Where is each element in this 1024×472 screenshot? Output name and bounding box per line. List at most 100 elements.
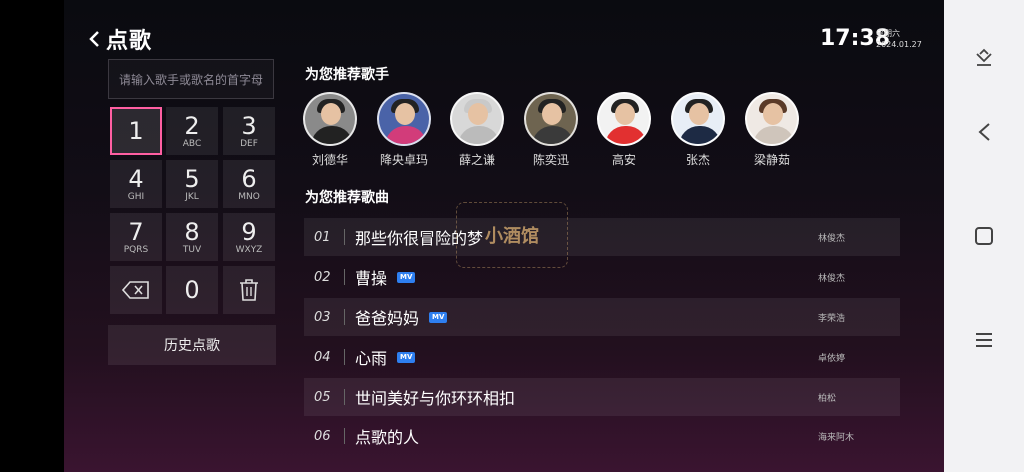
back-button[interactable]: 点歌 [88,26,198,54]
chevron-left-icon [89,31,99,47]
clear-key[interactable] [223,266,275,314]
key-7[interactable]: 7 PQRS [110,213,162,261]
key-1[interactable]: 1 [110,107,162,155]
song-artist: 林俊杰 [818,273,846,284]
mv-badge: MV [397,351,416,363]
song-title: 曹操 [355,269,388,288]
key-digit: 3 [241,111,257,140]
singer-avatar [450,92,504,146]
key-letters: WXYZ [235,244,263,255]
singer-name: 刘德华 [311,153,348,167]
song-title: 爸爸妈妈 [355,309,420,328]
backspace-key[interactable] [110,266,162,314]
key-3[interactable]: 3 DEF [223,107,275,155]
key-digit: 9 [241,217,257,246]
singer-name: 张杰 [685,153,710,167]
singer-name: 高安 [611,153,636,167]
divider [344,428,345,444]
nav-home-button[interactable] [944,216,1024,256]
search-input[interactable]: 请输入歌手或歌名的首字母 [108,59,274,99]
key-digit: 2 [184,111,200,140]
key-4[interactable]: 4 GHI [110,160,162,208]
key-letters: TUV [182,244,202,255]
key-digit: 7 [128,217,144,246]
song-title: 点歌的人 [355,428,420,447]
song-index: 03 [314,309,331,325]
singer-name: 薛之谦 [458,153,495,167]
song-index: 05 [314,389,331,405]
singer-name: 梁静茹 [753,153,790,167]
song-artist: 卓依婷 [818,353,846,364]
divider [344,269,345,285]
song-row[interactable]: 06 点歌的人 海来阿木 [304,417,900,455]
mv-badge: MV [429,311,448,323]
page-title: 点歌 [106,29,153,54]
menu-icon [976,333,992,347]
singer-avatar [303,92,357,146]
home-square-icon [975,227,993,245]
assist-button[interactable] [944,36,1024,76]
divider [344,349,345,365]
key-5[interactable]: 5 JKL [166,160,218,208]
singers-section-title: 为您推荐歌手 [305,67,389,83]
key-letters: JKL [185,191,199,202]
key-letters: DEF [240,138,258,149]
gesture-icon [976,48,992,66]
key-letters: MNO [238,191,260,202]
song-row[interactable]: 04 心雨 MV 卓依婷 [304,338,900,376]
key-digit: 8 [184,217,200,246]
search-placeholder: 请输入歌手或歌名的首字母 [119,72,264,87]
song-artist: 李荣浩 [818,313,846,324]
song-row[interactable]: 05 世间美好与你环环相扣 柏松 [304,378,900,416]
key-9[interactable]: 9 WXYZ [223,213,275,261]
key-6[interactable]: 6 MNO [223,160,275,208]
date: 2024.01.27 [876,40,922,49]
key-letters: GHI [127,191,145,202]
history-button[interactable]: 历史点歌 [108,325,276,365]
singer-name: 陈奕迅 [532,153,569,167]
system-nav-bar [944,0,1024,472]
song-row[interactable]: 03 爸爸妈妈 MV 李荣浩 [304,298,900,336]
singer-item[interactable]: 陈奕迅 [521,92,581,168]
back-triangle-icon [978,123,990,141]
song-artist: 海来阿木 [818,432,855,443]
trash-icon [240,279,258,301]
singer-name: 降央卓玛 [379,153,428,167]
singer-item[interactable]: 降央卓玛 [374,92,434,168]
nav-menu-button[interactable] [944,320,1024,360]
weekday: 星期六 [876,29,900,38]
singer-item[interactable]: 高安 [594,92,654,168]
singer-avatar [671,92,725,146]
singer-avatar [745,92,799,146]
song-row[interactable]: 02 曹操 MV 林俊杰 [304,258,900,296]
mv-badge: MV [397,271,416,283]
backspace-icon [122,281,149,299]
key-letters: PQRS [123,244,149,255]
key-digit: 6 [241,164,257,193]
song-title: 心雨 [355,349,388,368]
key-digit: 1 [128,117,144,145]
songs-section-title: 为您推荐歌曲 [305,190,389,206]
key-2[interactable]: 2 ABC [166,107,218,155]
left-margin [0,0,64,472]
divider [344,389,345,405]
key-0[interactable]: 0 [166,266,218,314]
singer-item[interactable]: 张杰 [668,92,728,168]
song-index: 01 [314,229,331,245]
key-letters: ABC [182,138,202,149]
key-digit: 4 [128,164,144,193]
singer-item[interactable]: 薛之谦 [447,92,507,168]
song-artist: 柏松 [818,393,837,404]
song-index: 04 [314,349,331,365]
song-artist: 林俊杰 [818,233,846,244]
song-row[interactable]: 01 那些你很冒险的梦 林俊杰 [304,218,900,256]
nav-back-button[interactable] [944,112,1024,152]
singer-avatar [597,92,651,146]
watermark-logo: 小酒馆 [456,202,568,268]
key-8[interactable]: 8 TUV [166,213,218,261]
singer-avatar [377,92,431,146]
divider [344,309,345,325]
singer-item[interactable]: 刘德华 [300,92,360,168]
singer-avatar [524,92,578,146]
singer-item[interactable]: 梁静茹 [742,92,802,168]
